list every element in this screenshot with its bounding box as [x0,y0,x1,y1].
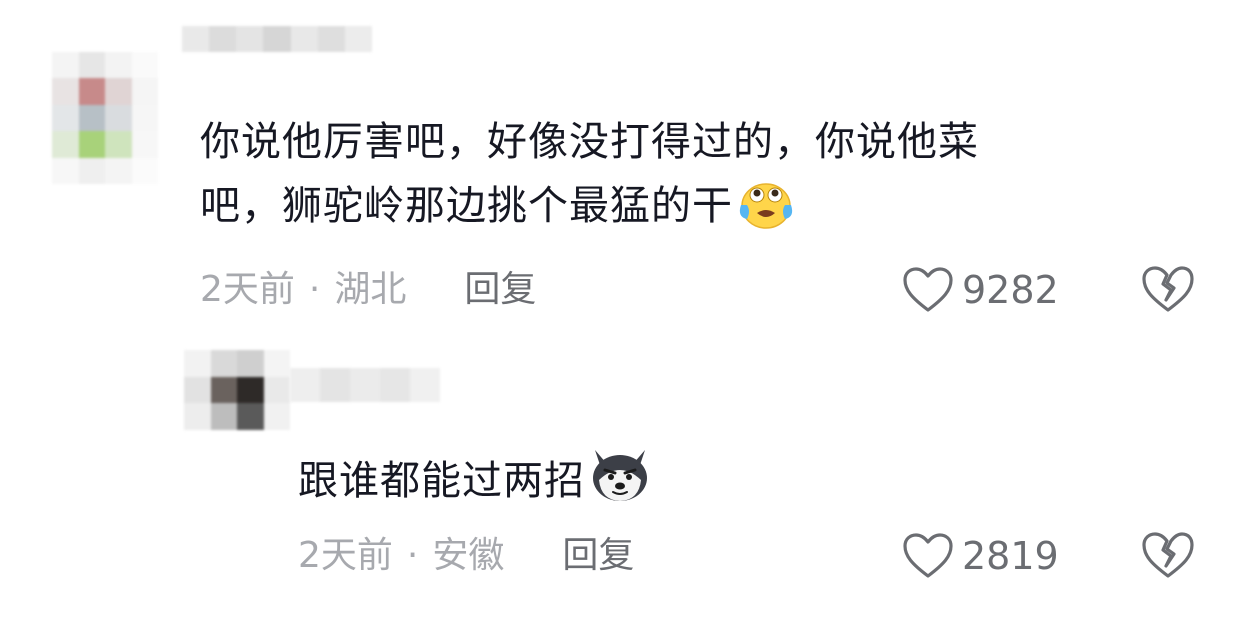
comment-location: 安徽 [432,535,505,576]
broken-heart-icon [1142,532,1194,578]
mosaic-pixel [184,403,211,430]
mosaic-pixel [131,52,158,79]
mosaic-pixel [210,376,237,404]
mosaic-pixel [263,403,290,430]
mosaic-pixel [290,26,318,52]
comment-time: 2天前 [200,269,295,310]
mosaic-pixel [78,131,105,158]
mosaic-pixel [52,104,79,132]
comment-time: 2天前 [298,535,393,576]
dislike-button[interactable] [1140,264,1196,318]
comment-text: 你说他厉害吧，好像没打得过的，你说他菜 吧，狮驼岭那边挑个最猛的干 [200,110,1180,248]
mosaic-pixel [263,376,290,404]
meta-separator: · [406,535,419,576]
mosaic-pixel [78,52,105,79]
mosaic-pixel [263,26,291,52]
reply-button[interactable]: 回复 [464,268,536,312]
mosaic-pixel [182,26,210,52]
mosaic-pixel [237,376,264,404]
mosaic-pixel [105,52,132,79]
mosaic-pixel [105,157,132,184]
comment-meta: 2天前 · 安徽 回复 [298,534,634,578]
meta-separator: · [308,269,321,310]
comment-text: 跟谁都能过两招 [298,446,1198,523]
comment-item: 你说他厉害吧，好像没打得过的，你说他菜 吧，狮驼岭那边挑个最猛的干 2天前 · … [0,0,1260,340]
mosaic-pixel [52,78,79,105]
comment-text-segment: 跟谁都能过两招 [298,458,585,504]
mosaic-pixel [52,131,79,158]
mosaic-pixel [78,104,105,132]
broken-heart-icon [1142,266,1194,312]
mosaic-pixel [237,350,264,377]
comment-location: 湖北 [334,269,407,310]
mosaic-pixel [131,104,158,132]
comment-meta: 2天前 · 湖北 回复 [200,268,536,312]
mosaic-pixel [209,26,237,52]
mosaic-pixel [263,350,290,377]
comment-text-segment: 吧，狮驼岭那边挑个最猛的干 [200,183,733,229]
username[interactable] [182,26,372,52]
mosaic-pixel [78,78,105,105]
comment-text-line: 你说他厉害吧，好像没打得过的，你说他菜 [200,119,979,165]
mosaic-pixel [344,26,372,52]
mosaic-pixel [184,350,211,377]
reply-button[interactable]: 回复 [562,534,634,578]
mosaic-pixel [380,368,410,402]
heart-outline-icon [903,267,953,312]
mosaic-pixel [290,368,320,402]
husky-dog-emoji-icon [589,446,651,523]
mosaic-pixel [131,131,158,158]
heart-outline-icon [903,533,953,578]
mosaic-pixel [320,368,350,402]
mosaic-pixel [52,52,79,79]
like-count: 2819 [962,534,1059,578]
mosaic-pixel [210,350,237,377]
mosaic-pixel [105,78,132,105]
mosaic-pixel [105,104,132,132]
comment-text-line: 吧，狮驼岭那边挑个最猛的干 [200,174,1180,248]
username[interactable] [290,368,440,402]
mosaic-pixel [350,368,380,402]
like-button[interactable]: 9282 [902,266,1059,314]
mosaic-pixel [131,78,158,105]
dislike-button[interactable] [1140,530,1196,584]
mosaic-pixel [131,157,158,184]
mosaic-pixel [317,26,345,52]
mosaic-pixel [184,376,211,404]
reply-comment-item: 跟谁都能过两招 2天前 · 安徽 回复 2819 [0,340,1260,642]
mosaic-pixel [105,131,132,158]
avatar[interactable] [184,350,290,430]
mosaic-pixel [237,403,264,430]
mosaic-pixel [78,157,105,184]
crying-face-emoji-icon [737,179,795,248]
like-button[interactable]: 2819 [902,532,1059,580]
mosaic-pixel [210,403,237,430]
mosaic-pixel [52,157,79,184]
mosaic-pixel [410,368,440,402]
avatar[interactable] [52,52,158,184]
mosaic-pixel [236,26,264,52]
like-count: 9282 [962,268,1059,312]
